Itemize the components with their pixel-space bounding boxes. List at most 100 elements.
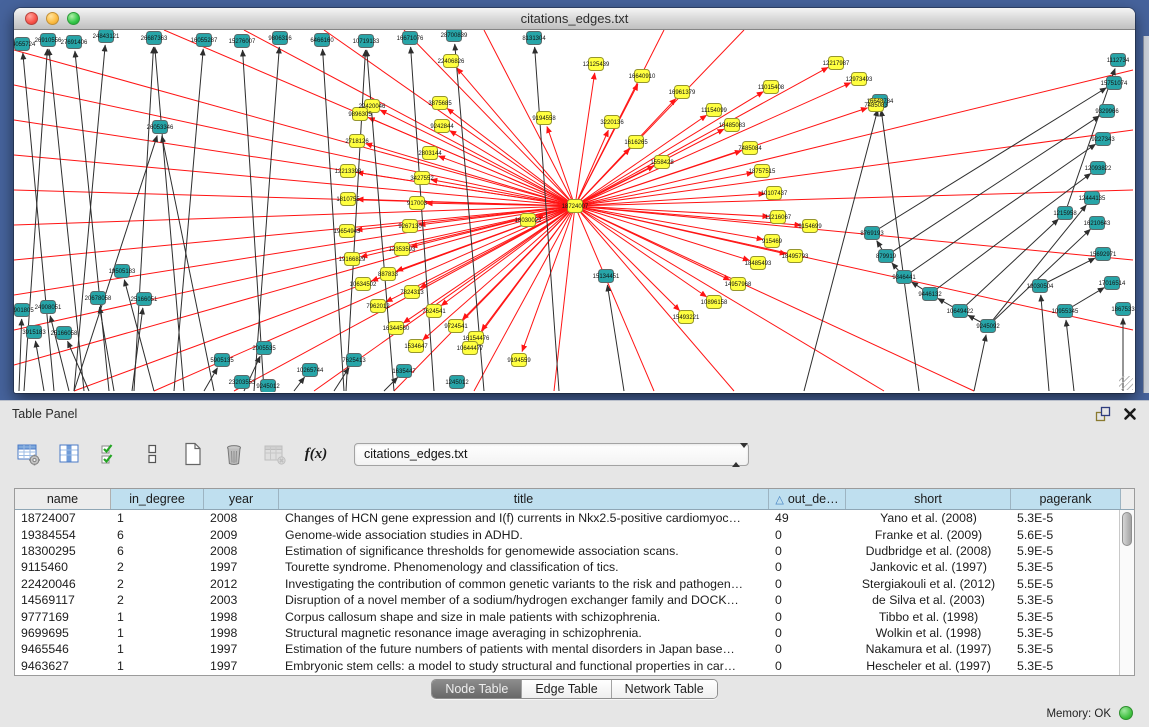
cell-name[interactable]: 18300295 [15, 544, 111, 558]
graph-node[interactable] [137, 293, 152, 306]
cell-title[interactable]: Investigating the contribution of common… [279, 577, 769, 591]
cell-title[interactable]: Estimation of the future numbers of pati… [279, 642, 769, 656]
graph-node[interactable] [512, 354, 527, 367]
graph-node[interactable] [67, 36, 82, 49]
graph-node[interactable] [537, 112, 552, 125]
graph-node[interactable] [447, 30, 462, 42]
cell-in_degree[interactable]: 1 [111, 610, 204, 624]
cell-out_degree[interactable]: 0 [769, 528, 846, 542]
cell-title[interactable]: Changes of HCN gene expression and I(f) … [279, 511, 769, 525]
graph-node[interactable] [41, 301, 56, 314]
table-selector-dropdown[interactable]: citations_edges.txt [354, 443, 749, 466]
cell-title[interactable]: Genome-wide association studies in ADHD. [279, 528, 769, 542]
network-canvas-svg[interactable]: 2405572426910556276914062484312126687363… [14, 30, 1135, 392]
graph-node[interactable] [865, 227, 880, 240]
graph-node[interactable] [410, 197, 425, 210]
cell-name[interactable]: 9777169 [15, 610, 111, 624]
cell-in_degree[interactable]: 1 [111, 659, 204, 673]
graph-node[interactable] [403, 220, 418, 233]
tab-edge-table[interactable]: Edge Table [522, 680, 611, 698]
table-row[interactable]: 2242004622012Investigating the contribut… [15, 576, 1134, 592]
graph-node[interactable] [115, 265, 130, 278]
cell-in_degree[interactable]: 1 [111, 626, 204, 640]
graph-node[interactable] [341, 165, 356, 178]
graph-node[interactable] [655, 156, 670, 169]
graph-node[interactable] [450, 376, 465, 389]
cell-short[interactable]: de Silva et al. (2003) [846, 593, 1011, 607]
graph-node[interactable] [371, 300, 386, 313]
cell-out_degree[interactable]: 0 [769, 544, 846, 558]
new-table-icon[interactable] [180, 441, 206, 467]
column-header-in_degree[interactable]: in_degree [111, 489, 204, 509]
graph-node[interactable] [1111, 54, 1126, 67]
function-builder-icon[interactable]: f(x) [303, 441, 329, 467]
cell-name[interactable]: 9463627 [15, 659, 111, 673]
graph-node[interactable] [41, 34, 56, 47]
cell-title[interactable]: Estimation of significance thresholds fo… [279, 544, 769, 558]
table-row[interactable]: 911546021997Tourette syndrome. Phenomeno… [15, 559, 1134, 575]
table-row[interactable]: 1830029562008Estimation of significance … [15, 543, 1134, 559]
cell-name[interactable]: 9699695 [15, 626, 111, 640]
cell-name[interactable]: 9115460 [15, 560, 111, 574]
graph-node[interactable] [395, 243, 410, 256]
table-row[interactable]: 1456911722003Disruption of a novel membe… [15, 592, 1134, 608]
close-window-button[interactable] [25, 12, 38, 25]
graph-node[interactable] [261, 380, 276, 393]
window-resize-grip[interactable] [1119, 376, 1133, 390]
graph-node[interactable] [1096, 248, 1111, 261]
graph-node[interactable] [91, 292, 106, 305]
graph-node[interactable] [771, 211, 786, 224]
cell-in_degree[interactable]: 6 [111, 544, 204, 558]
graph-node[interactable] [1105, 277, 1120, 290]
graph-node[interactable] [463, 342, 478, 355]
column-show-hide-icon[interactable] [57, 441, 83, 467]
cell-pagerank[interactable]: 5.3E-5 [1011, 610, 1121, 624]
cell-name[interactable]: 19384554 [15, 528, 111, 542]
table-row[interactable]: 977716911998Corpus callosum shape and si… [15, 608, 1134, 624]
graph-node[interactable] [359, 35, 374, 48]
cell-short[interactable]: Yano et al. (2008) [846, 511, 1011, 525]
float-panel-icon[interactable] [1095, 406, 1111, 422]
cell-in_degree[interactable]: 2 [111, 577, 204, 591]
column-header-title[interactable]: title [279, 489, 769, 509]
cell-pagerank[interactable]: 5.3E-5 [1011, 642, 1121, 656]
graph-node[interactable] [427, 305, 442, 318]
graph-node[interactable] [405, 286, 420, 299]
close-panel-icon[interactable] [1123, 407, 1137, 421]
graph-node[interactable] [350, 135, 365, 148]
column-header-pagerank[interactable]: pagerank [1011, 489, 1121, 509]
table-row[interactable]: 969969511998Structural magnetic resonanc… [15, 625, 1134, 641]
cell-year[interactable]: 1997 [204, 560, 279, 574]
graph-node[interactable] [340, 225, 355, 238]
graph-node[interactable] [897, 271, 912, 284]
graph-node[interactable] [147, 32, 162, 45]
network-window-titlebar[interactable]: citations_edges.txt [14, 8, 1135, 30]
graph-node[interactable] [257, 342, 272, 355]
graph-node[interactable] [605, 116, 620, 129]
cell-title[interactable]: Structural magnetic resonance image aver… [279, 626, 769, 640]
graph-node[interactable] [1100, 105, 1115, 118]
graph-node[interactable] [27, 326, 42, 339]
graph-hub-node[interactable] [568, 200, 583, 213]
scrollbar-thumb[interactable] [1122, 512, 1132, 546]
graph-node[interactable] [153, 121, 168, 134]
graph-node[interactable] [235, 376, 250, 389]
graph-node[interactable] [1107, 77, 1122, 90]
graph-node[interactable] [345, 253, 360, 266]
cell-short[interactable]: Stergiakouli et al. (2012) [846, 577, 1011, 591]
graph-node[interactable] [1096, 133, 1111, 146]
column-header-year[interactable]: year [204, 489, 279, 509]
cell-name[interactable]: 22420046 [15, 577, 111, 591]
graph-node[interactable] [743, 142, 758, 155]
graph-node[interactable] [767, 187, 782, 200]
graph-node[interactable] [303, 364, 318, 377]
graph-node[interactable] [347, 354, 362, 367]
column-header-out_degree[interactable]: △out_de… [769, 489, 846, 509]
cell-out_degree[interactable]: 0 [769, 593, 846, 607]
minimize-window-button[interactable] [46, 12, 59, 25]
graph-node[interactable] [1058, 207, 1073, 220]
graph-node[interactable] [415, 172, 430, 185]
cell-pagerank[interactable]: 5.3E-5 [1011, 626, 1121, 640]
tab-node-table[interactable]: Node Table [432, 680, 522, 698]
cell-title[interactable]: Embryonic stem cells: a model to study s… [279, 659, 769, 673]
